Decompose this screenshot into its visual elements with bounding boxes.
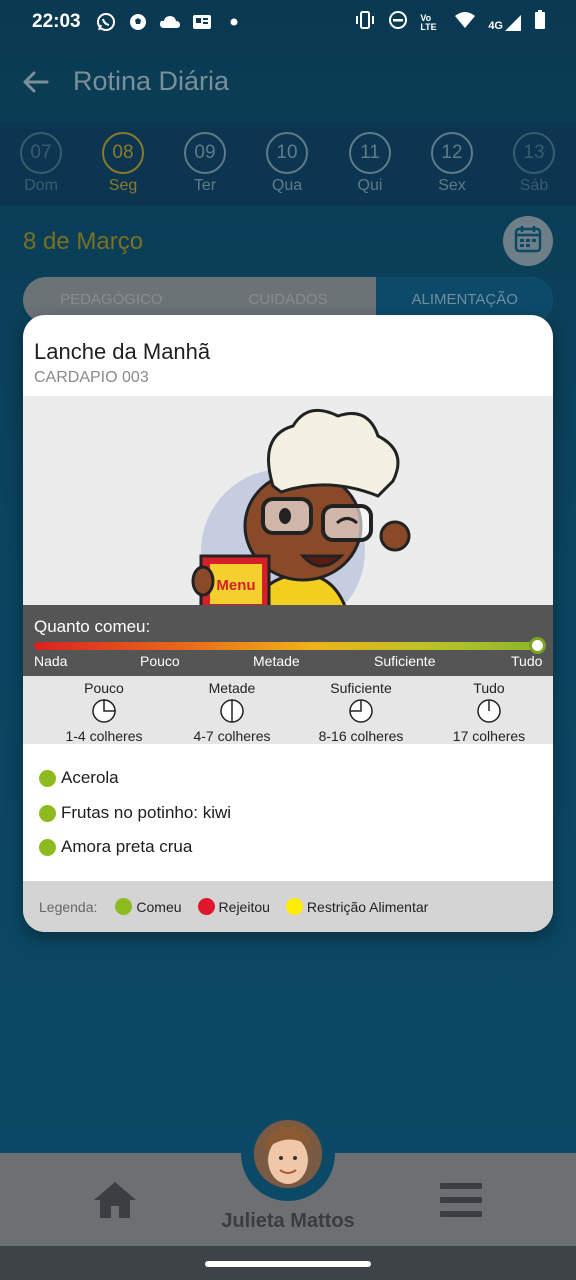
food-item: Amora preta crua xyxy=(39,837,192,857)
legend-label: Restrição Alimentar xyxy=(306,898,429,915)
day-number: 13 xyxy=(513,132,555,174)
food-name: Acerola xyxy=(61,768,119,787)
back-arrow-icon[interactable] xyxy=(20,66,52,98)
day-label: Qua xyxy=(271,177,303,194)
day-label: Dom xyxy=(24,177,58,194)
portion-spoons: 1-4 colheres xyxy=(65,728,143,744)
day-label: Sáb xyxy=(519,177,549,194)
amount-label-nada: Nada xyxy=(34,653,68,669)
page-title: Rotina Diária xyxy=(73,66,230,96)
day-item[interactable]: 10 Qua xyxy=(257,132,317,195)
day-number: 10 xyxy=(266,132,308,174)
meal-title: Lanche da Manhã xyxy=(34,339,211,364)
day-label: Sex xyxy=(438,177,466,194)
battery-icon xyxy=(534,10,546,36)
day-item[interactable]: 13 Sáb xyxy=(504,132,564,195)
portion-spoons: 4-7 colheres xyxy=(193,728,271,744)
eaten-status-dot xyxy=(39,769,56,787)
day-item[interactable]: 07 Dom xyxy=(11,132,71,195)
food-list: Acerola Frutas no potinho: kiwi Amora pr… xyxy=(23,744,553,881)
legend-item-comeu: Comeu xyxy=(115,898,182,915)
cloud-icon xyxy=(159,11,181,33)
date-heading: 8 de Março xyxy=(23,228,144,255)
amount-eaten-panel: Quanto comeu: Nada Pouco Metade Suficien… xyxy=(23,605,553,676)
date-strip: 07 Dom 08 Seg 09 Ter 10 Qua 11 Qui 12 Se… xyxy=(0,122,576,206)
legend-item-rejeitou: Rejeitou xyxy=(197,898,270,915)
legend-dot-yellow xyxy=(285,898,303,915)
network-type-label: 4G xyxy=(488,20,503,32)
meal-card: Lanche da Manhã CARDAPIO 003 Menu Quanto… xyxy=(23,315,553,932)
eaten-status-dot xyxy=(39,838,56,856)
portion-guide: Pouco 1-4 colheres Metade 4-7 colheres S… xyxy=(23,676,553,744)
day-label: Ter xyxy=(193,177,217,194)
quarter-pie-icon xyxy=(92,699,116,723)
student-name: Julieta Mattos xyxy=(221,1210,355,1232)
day-number: 11 xyxy=(349,132,391,174)
whatsapp-icon xyxy=(95,11,117,33)
portion-name: Suficiente xyxy=(330,680,392,696)
day-number: 09 xyxy=(184,132,226,174)
amount-slider-thumb[interactable] xyxy=(529,637,546,654)
do-not-disturb-icon xyxy=(388,10,408,36)
amount-label-tudo: Tudo xyxy=(511,653,543,669)
portion-spoons: 8-16 colheres xyxy=(318,728,404,744)
chef-illustration: Menu xyxy=(23,396,553,605)
portion-pouco: Pouco 1-4 colheres xyxy=(44,680,164,744)
app-root: 22:03 Vo LTE 4G Rotina Diária 07 Dom 08 … xyxy=(0,0,576,1280)
calendar-button[interactable] xyxy=(503,216,553,266)
day-item-selected[interactable]: 08 Seg xyxy=(93,132,153,195)
day-label: Seg xyxy=(108,177,138,194)
day-item[interactable]: 09 Ter xyxy=(175,132,235,195)
status-bar: 22:03 Vo LTE 4G xyxy=(0,0,576,44)
food-name: Frutas no potinho: kiwi xyxy=(61,803,232,822)
amount-label-metade: Metade xyxy=(253,653,300,669)
portion-metade: Metade 4-7 colheres xyxy=(172,680,292,744)
header: Rotina Diária xyxy=(0,56,576,106)
amount-label-suficiente: Suficiente xyxy=(374,653,436,669)
amount-slider-track[interactable] xyxy=(34,642,538,650)
legend-label: Comeu xyxy=(136,898,182,915)
day-item[interactable]: 11 Qui xyxy=(340,132,400,195)
legend-title: Legenda: xyxy=(39,898,98,915)
legend-dot-red xyxy=(197,898,215,915)
legend: Legenda: Comeu Rejeitou Restrição Alimen… xyxy=(23,881,553,932)
menu-code: CARDAPIO 003 xyxy=(34,369,149,386)
day-label: Qui xyxy=(357,177,383,194)
food-name: Amora preta crua xyxy=(61,837,193,856)
legend-label: Rejeitou xyxy=(218,898,270,915)
4g-signal-icon: 4G xyxy=(488,14,522,32)
portion-spoons: 17 colheres xyxy=(452,728,526,744)
amount-label-pouco: Pouco xyxy=(140,653,180,669)
food-item: Acerola xyxy=(39,768,119,788)
wifi-icon xyxy=(454,11,476,35)
portion-name: Metade xyxy=(208,680,256,696)
status-time: 22:03 xyxy=(32,11,81,32)
portion-name: Pouco xyxy=(84,680,124,696)
system-nav-area xyxy=(0,1246,576,1280)
full-pie-icon xyxy=(477,699,501,723)
legend-item-restricao: Restrição Alimentar xyxy=(285,898,429,915)
portion-suficiente: Suficiente 8-16 colheres xyxy=(301,680,421,744)
half-pie-icon xyxy=(220,699,244,723)
menu-text: Menu xyxy=(216,577,255,594)
portion-tudo: Tudo 17 colheres xyxy=(429,680,549,744)
soccer-ball-icon xyxy=(127,11,149,33)
volte-icon: Vo LTE xyxy=(420,13,437,32)
day-number: 12 xyxy=(431,132,473,174)
legend-dot-green xyxy=(115,898,133,915)
three-quarter-pie-icon xyxy=(349,699,373,723)
amount-title: Quanto comeu: xyxy=(34,617,151,636)
student-avatar[interactable] xyxy=(251,1117,325,1191)
dot-icon xyxy=(223,11,245,33)
news-icon xyxy=(191,11,213,33)
vibrate-icon xyxy=(354,10,376,36)
gesture-handle[interactable] xyxy=(205,1261,371,1267)
portion-name: Tudo xyxy=(473,680,505,696)
day-number: 07 xyxy=(20,132,62,174)
calendar-icon xyxy=(513,224,543,259)
eaten-status-dot xyxy=(39,804,56,822)
day-item[interactable]: 12 Sex xyxy=(422,132,482,195)
food-item: Frutas no potinho: kiwi xyxy=(39,803,231,823)
day-number: 08 xyxy=(102,132,144,174)
